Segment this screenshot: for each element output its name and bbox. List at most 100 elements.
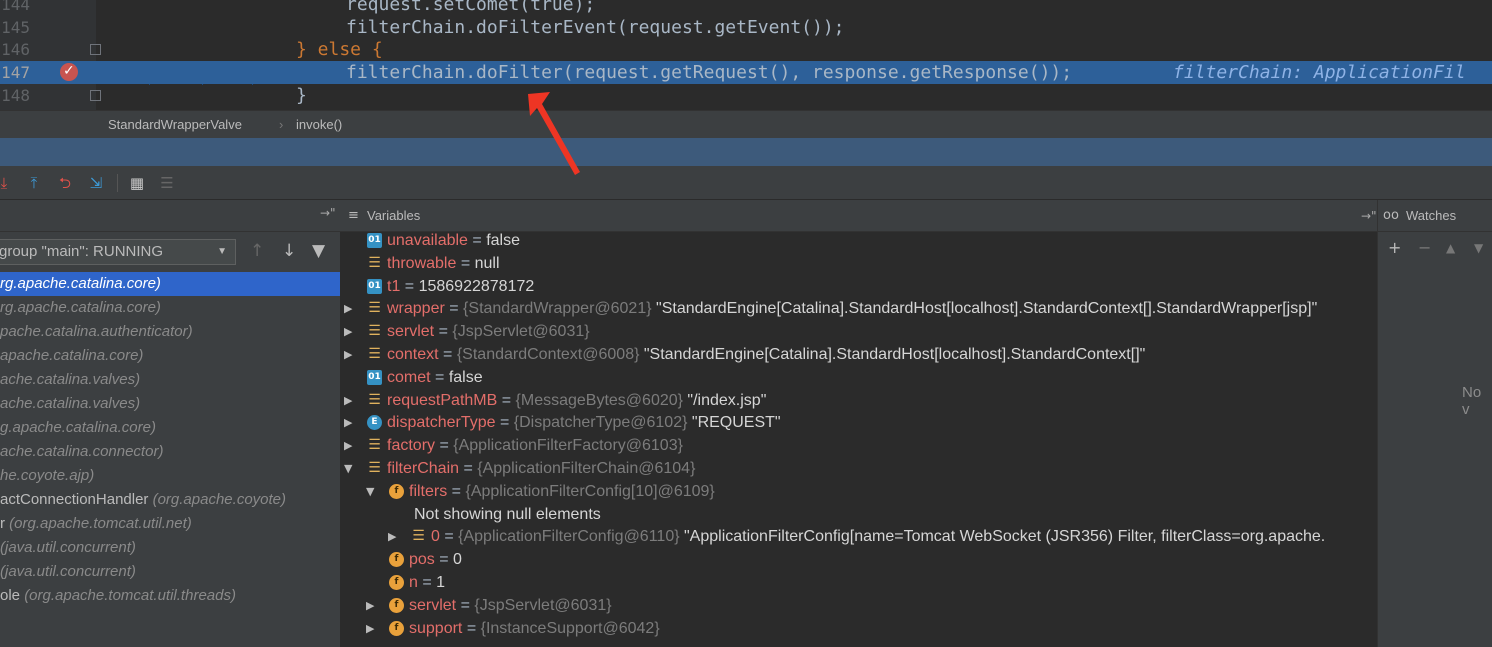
filter-icon[interactable]: ▼ xyxy=(312,241,325,261)
watches-header: →" oo Watches xyxy=(1361,200,1492,232)
move-down-icon[interactable]: ▼ xyxy=(1474,241,1483,255)
collapse-icon[interactable]: ▼ xyxy=(344,457,352,480)
code-line-146[interactable]: 146 } else { xyxy=(0,38,1492,61)
variable-row[interactable]: ▶ ☰ context = {StandardContext@6008} "Stan… xyxy=(340,343,1377,366)
remove-watch-icon[interactable]: − xyxy=(1418,238,1431,257)
code-text: filterChain.doFilterEvent(request.getEve… xyxy=(346,17,845,38)
variable-eq: = xyxy=(447,482,466,500)
variable-type: {ApplicationFilterConfig@6110} xyxy=(458,528,684,546)
variable-type: {DispatcherType@6102} xyxy=(513,414,692,432)
variable-row[interactable]: 01 comet = false xyxy=(340,366,1377,389)
frame-item[interactable]: apache.catalina.core) xyxy=(0,344,340,368)
variable-row[interactable]: ▼ ☰ filterChain = {ApplicationFilterChain@… xyxy=(340,457,1377,480)
variable-row[interactable]: ▶ f support = {InstanceSupport@6042} xyxy=(340,617,1377,640)
variable-type: {ApplicationFilterConfig[10]@6109} xyxy=(465,482,715,500)
variable-type: {ApplicationFilterFactory@6103} xyxy=(453,437,683,455)
collapse-icon[interactable]: ▼ xyxy=(366,480,374,503)
frame-item[interactable]: (java.util.concurrent) xyxy=(0,560,340,584)
frame-package: (java.util.concurrent) xyxy=(0,563,136,580)
variable-row[interactable]: 01 unavailable = false xyxy=(340,232,1377,252)
frame-package: (org.apache.tomcat.util.net) xyxy=(9,515,192,532)
variable-val: "REQUEST" xyxy=(691,414,781,432)
trace-icon[interactable]: ☰ xyxy=(157,173,177,193)
drop-frame-icon[interactable]: ⮌ xyxy=(55,173,75,193)
line-number: 146 xyxy=(1,40,30,59)
frame-method: actConnectionHandler xyxy=(0,491,153,508)
watches-empty-text: No v xyxy=(1462,384,1482,418)
frame-item[interactable]: g.apache.catalina.core) xyxy=(0,416,340,440)
frame-item[interactable]: rg.apache.catalina.core) xyxy=(0,272,340,296)
variable-type: {MessageBytes@6020} xyxy=(515,391,688,409)
pin-icon[interactable]: →" xyxy=(320,206,336,220)
pin-icon[interactable]: →" xyxy=(1361,200,1377,232)
frames-panel[interactable]: group "main": RUNNING ▼ ↑ ↓ ▼ rg.apache.… xyxy=(0,232,340,647)
frame-item[interactable]: r (org.apache.tomcat.util.net) xyxy=(0,512,340,536)
evaluate-expression-icon[interactable]: ▦ xyxy=(127,173,147,193)
variable-row[interactable]: fn = 1 xyxy=(340,571,1377,594)
variable-row[interactable]: ▶ ☰ requestPathMB = {MessageBytes@6020} "/… xyxy=(340,389,1377,412)
frame-item[interactable]: he.coyote.ajp) xyxy=(0,464,340,488)
breakpoint-icon[interactable] xyxy=(60,60,78,83)
expand-icon[interactable]: ▶ xyxy=(388,525,396,548)
fold-icon[interactable] xyxy=(90,90,101,101)
code-editor[interactable]: 144 request.setComet(true); 145 filterCh… xyxy=(0,0,1492,110)
variable-row[interactable]: f pos = 0 xyxy=(340,548,1377,571)
move-up-icon[interactable]: ▲ xyxy=(1446,241,1455,255)
expand-icon[interactable]: ▶ xyxy=(344,411,352,434)
code-line-147-current[interactable]: 147 filterChain.doFilter(request.getRequ… xyxy=(0,60,1492,84)
expand-icon[interactable]: ▶ xyxy=(344,434,352,457)
code-line-144[interactable]: 144 request.setComet(true); xyxy=(0,0,1492,16)
frame-item[interactable]: actConnectionHandler (org.apache.coyote) xyxy=(0,488,340,512)
variable-row[interactable]: ▶ EdispatcherType = {DispatcherType@6102}… xyxy=(340,411,1377,434)
variable-row[interactable]: ▶ ☰ servlet = {JspServlet@6031} xyxy=(340,320,1377,343)
run-to-cursor-icon[interactable]: ⇲ xyxy=(86,173,106,193)
debug-toolbar: ⤓ ⤒ ⮌ ⇲ ▦ ☰ xyxy=(0,166,1492,200)
variable-row[interactable]: ▼ f filters = {ApplicationFilterConfig[10]… xyxy=(340,480,1377,503)
variable-name: filterChain xyxy=(387,460,460,477)
step-out-icon[interactable]: ⤒ xyxy=(24,173,44,193)
expand-icon[interactable]: ▶ xyxy=(366,594,374,617)
code-text: filterChain.doFilter(request.getRequest(… xyxy=(346,61,1072,84)
watches-panel[interactable]: + − ▲ ▼ No v xyxy=(1377,232,1492,647)
thread-dropdown[interactable]: group "main": RUNNING ▼ xyxy=(0,239,236,265)
object-field-icon: ☰ xyxy=(368,300,381,317)
frame-item[interactable]: pache.catalina.authenticator) xyxy=(0,320,340,344)
frame-item[interactable]: ache.catalina.connector) xyxy=(0,440,340,464)
variable-row[interactable]: Not showing null elements xyxy=(340,503,1377,526)
breadcrumb-method[interactable]: invoke() xyxy=(296,111,342,139)
frame-package: rg.apache.catalina.core) xyxy=(0,299,161,316)
expand-icon[interactable]: ▶ xyxy=(344,320,352,343)
variables-panel[interactable]: 01 unavailable = false ☰ throwable = null 01… xyxy=(340,232,1377,647)
variable-name: throwable xyxy=(387,254,457,272)
frame-item[interactable]: ache.catalina.valves) xyxy=(0,368,340,392)
variable-row[interactable]: ☰ throwable = null xyxy=(340,252,1377,275)
arrow-down-icon[interactable]: ↓ xyxy=(282,241,296,261)
variable-name: dispatcherType xyxy=(387,414,496,432)
variable-type: {ApplicationFilterChain@6104} xyxy=(477,460,696,477)
variable-eq: = xyxy=(434,551,454,569)
frame-package: (java.util.concurrent) xyxy=(0,539,136,556)
arrow-up-icon[interactable]: ↑ xyxy=(250,241,264,261)
variable-text: unavailable = false xyxy=(387,232,520,252)
expand-icon[interactable]: ▶ xyxy=(366,617,374,640)
expand-icon[interactable]: ▶ xyxy=(344,343,352,366)
fold-icon[interactable] xyxy=(90,44,101,55)
expand-icon[interactable]: ▶ xyxy=(344,297,352,320)
variable-row[interactable]: 01 t1 = 1586922878172 xyxy=(340,275,1377,298)
frame-item[interactable]: ole (org.apache.tomcat.util.threads) xyxy=(0,584,340,608)
variable-eq: = xyxy=(438,346,457,363)
variable-row[interactable]: ▶ ☰ wrapper = {StandardWrapper@6021} "Stan… xyxy=(340,297,1377,320)
frame-item[interactable]: ache.catalina.valves) xyxy=(0,392,340,416)
breadcrumb-class[interactable]: StandardWrapperValve xyxy=(108,111,242,139)
frame-item[interactable]: (java.util.concurrent) xyxy=(0,536,340,560)
add-watch-icon[interactable]: + xyxy=(1388,238,1401,257)
expand-icon[interactable]: ▶ xyxy=(344,389,352,412)
variable-row[interactable]: ▶ ☰ factory = {ApplicationFilterFactory@61… xyxy=(340,434,1377,457)
frame-item[interactable]: rg.apache.catalina.core) xyxy=(0,296,340,320)
variable-row[interactable]: ▶ f servlet = {JspServlet@6031} xyxy=(340,594,1377,617)
code-line-145[interactable]: 145 filterChain.doFilterEvent(request.ge… xyxy=(0,16,1492,39)
code-line-148[interactable]: 148 } xyxy=(0,84,1492,107)
step-into-icon[interactable]: ⤓ xyxy=(0,173,14,193)
variable-row[interactable]: ▶ ☰ 0 = {ApplicationFilterConfig@6110} "Ap… xyxy=(340,525,1377,548)
variable-name: unavailable xyxy=(387,232,468,249)
